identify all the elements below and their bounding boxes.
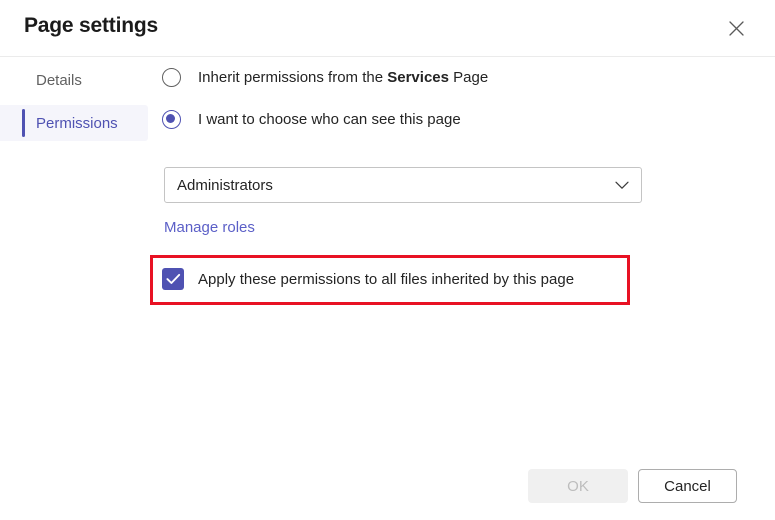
settings-sidebar: Details Permissions <box>0 62 148 148</box>
cancel-button[interactable]: Cancel <box>638 469 737 503</box>
sidebar-item-label: Details <box>36 72 82 89</box>
radio-selected-icon <box>162 110 181 129</box>
permissions-panel: Inherit permissions from the Services Pa… <box>162 62 762 146</box>
radio-inherit-permissions-label: Inherit permissions from the Services Pa… <box>198 69 488 86</box>
dialog-footer: OK Cancel <box>0 460 775 520</box>
radio-label-text-bold: Services <box>387 69 449 86</box>
dialog-header: Page settings <box>0 0 775 57</box>
role-select[interactable]: Administrators <box>164 167 642 203</box>
checkmark-icon[interactable] <box>162 268 184 290</box>
radio-label-text-before: Inherit permissions from the <box>198 69 387 86</box>
sidebar-item-label: Permissions <box>36 115 118 132</box>
apply-permissions-label: Apply these permissions to all files inh… <box>198 271 574 288</box>
sidebar-item-details[interactable]: Details <box>0 62 148 98</box>
chevron-down-icon <box>615 181 629 190</box>
radio-choose-who-can-see[interactable]: I want to choose who can see this page <box>162 104 762 134</box>
radio-inherit-permissions[interactable]: Inherit permissions from the Services Pa… <box>162 62 762 92</box>
sidebar-item-permissions[interactable]: Permissions <box>0 105 148 141</box>
role-select-value: Administrators <box>177 177 615 194</box>
active-tab-indicator <box>22 109 25 137</box>
page-title: Page settings <box>24 14 158 38</box>
radio-unselected-icon <box>162 68 181 87</box>
radio-label-text-after: Page <box>449 69 488 86</box>
close-icon[interactable] <box>719 11 753 45</box>
radio-choose-who-can-see-label: I want to choose who can see this page <box>198 111 461 128</box>
apply-permissions-checkbox-row[interactable]: Apply these permissions to all files inh… <box>162 262 574 296</box>
ok-button[interactable]: OK <box>528 469 628 503</box>
manage-roles-link[interactable]: Manage roles <box>164 219 255 236</box>
